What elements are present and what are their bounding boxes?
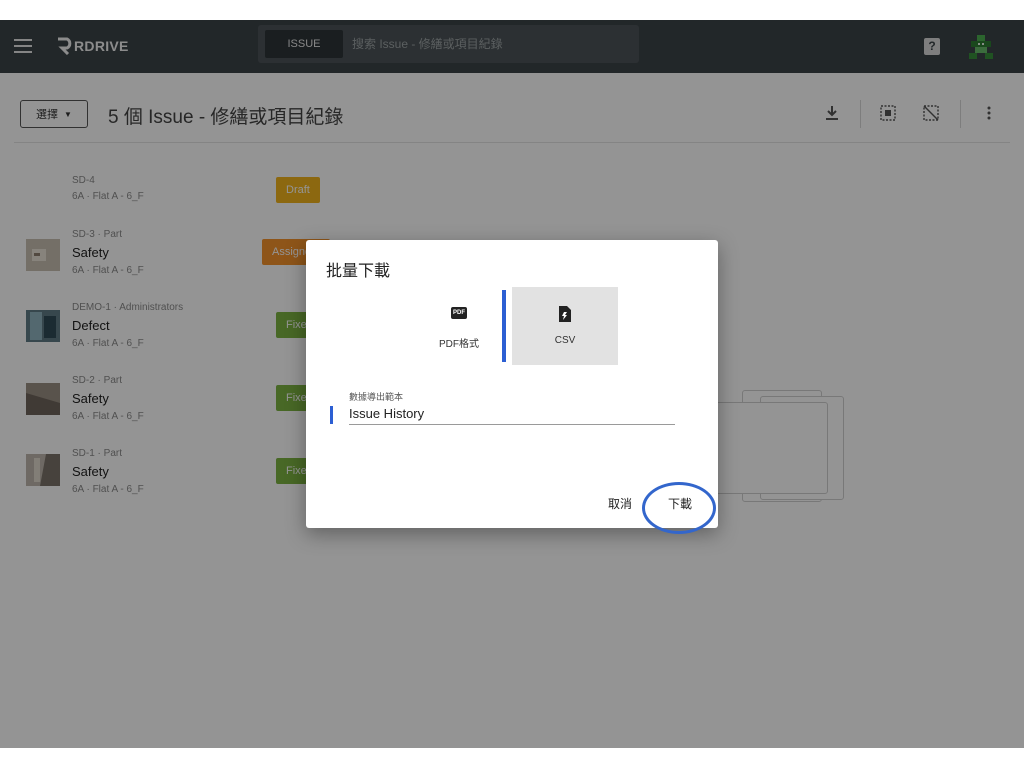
dialog-title: 批量下載 — [326, 263, 391, 280]
highlight-ring — [642, 482, 716, 534]
format-label: CSV — [554, 335, 576, 346]
template-select[interactable] — [349, 403, 675, 425]
status-strip — [0, 0, 1024, 20]
format-option-csv[interactable]: CSV — [512, 287, 618, 365]
batch-download-dialog: 批量下載 PDF PDF格式 CSV 數據導出範本 取消 下載 — [306, 240, 718, 528]
cancel-button[interactable]: 取消 — [608, 495, 632, 512]
csv-file-icon — [559, 306, 571, 322]
field-focus-indicator — [330, 406, 333, 424]
format-selection-indicator — [502, 290, 506, 362]
format-option-pdf[interactable]: PDF PDF格式 — [406, 287, 512, 365]
format-label: PDF格式 — [439, 339, 479, 350]
bottom-strip — [0, 748, 1024, 768]
template-field-label: 數據導出範本 — [349, 392, 404, 402]
pdf-icon: PDF — [451, 307, 467, 319]
